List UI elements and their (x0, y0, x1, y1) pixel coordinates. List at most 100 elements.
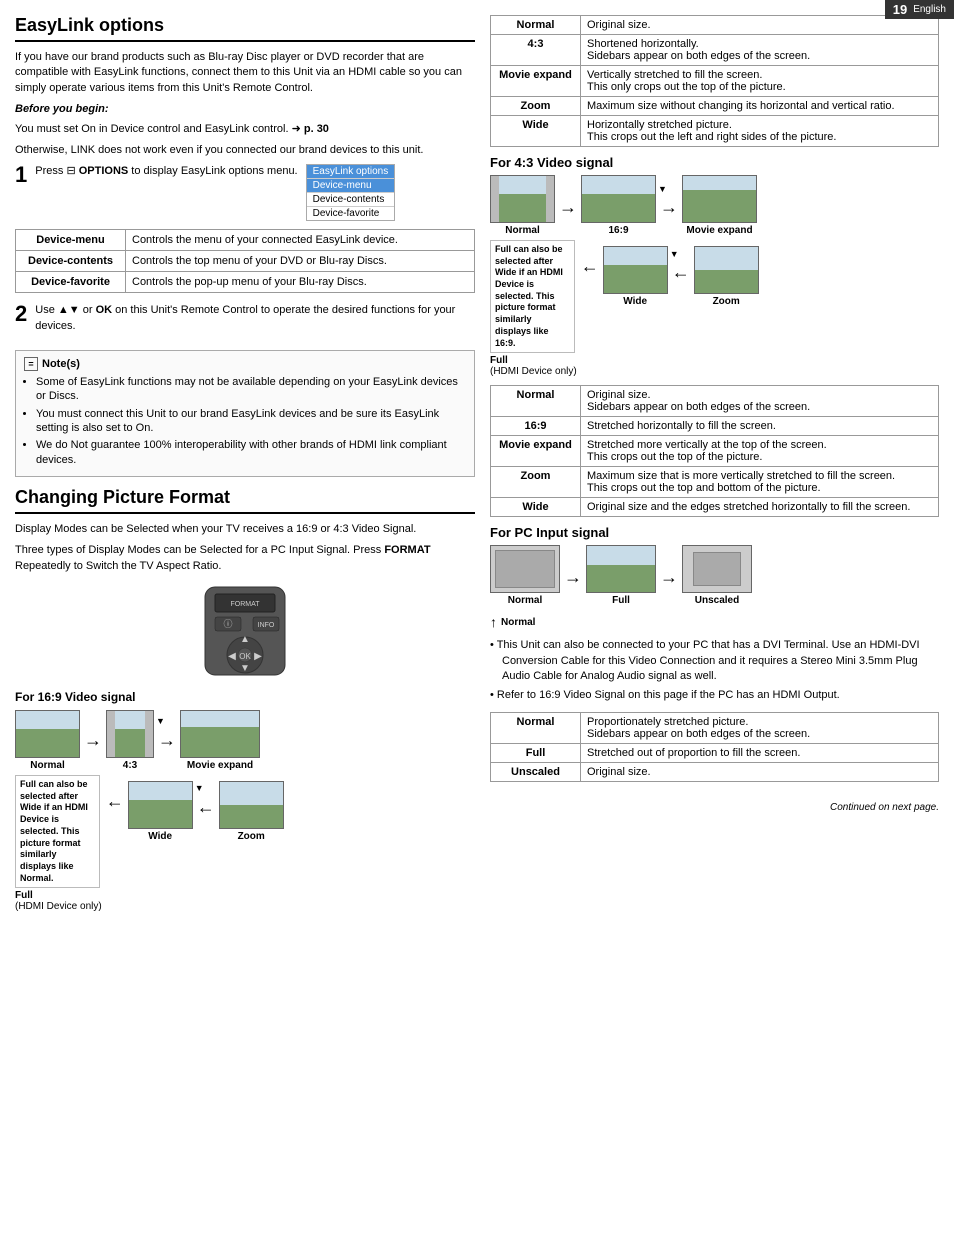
signal-4-3-title: For 4:3 Video signal (490, 155, 939, 170)
full-pc-label: Full (612, 595, 630, 606)
popup-item-2[interactable]: Device-favorite (307, 206, 395, 220)
svg-text:OK: OK (239, 652, 251, 661)
normal-pc-label: Normal (508, 595, 542, 606)
pc-normal-label: Normal (501, 617, 535, 628)
wide-label: Wide (148, 831, 172, 842)
full-label-4-3: Full (490, 355, 577, 366)
picture-format-intro1: Display Modes can be Selected when your … (15, 522, 475, 537)
step2-number: 2 (15, 303, 27, 325)
table-cell-desc: Controls the top menu of your DVD or Blu… (126, 251, 475, 272)
before-begin-label: Before you begin: (15, 102, 475, 117)
label-movie-expand-4-3: Movie expand (491, 436, 581, 467)
step1-text2: to display EasyLink options menu. (131, 165, 297, 177)
continued-text: Continued on next page. (490, 802, 939, 813)
label-zoom-4-3: Zoom (491, 467, 581, 498)
table-row: Normal Proportionately stretched picture… (491, 712, 939, 743)
diag-16-9: 16:9 (581, 175, 656, 236)
popup-item-0[interactable]: Device-menu (307, 178, 395, 192)
svg-text:◀: ◀ (228, 651, 236, 662)
svg-text:▼: ▼ (240, 663, 250, 674)
diagram-pc-row: Normal → Full → Unscaled (490, 545, 939, 606)
note-label: Note(s) (42, 358, 80, 370)
normal-4-3-label: Normal (505, 225, 539, 236)
caption-box-4-3: Full can also be selected after Wide if … (490, 240, 575, 353)
table-row: Zoom Maximum size that is more verticall… (491, 467, 939, 498)
desc-wide: Horizontally stretched picture.This crop… (581, 116, 939, 147)
easylink-section: EasyLink options If you have our brand p… (15, 15, 475, 477)
desc-16-9: Stretched horizontally to fill the scree… (581, 417, 939, 436)
svg-text:ⓘ: ⓘ (223, 619, 232, 629)
table-row: 16:9 Stretched horizontally to fill the … (491, 417, 939, 436)
table-cell-desc: Controls the pop-up menu of your Blu-ray… (126, 272, 475, 293)
desc-unscaled-pc: Original size. (581, 762, 939, 781)
hdmi-only-label-4-3: (HDMI Device only) (490, 366, 577, 377)
label-wide: Wide (491, 116, 581, 147)
note-header: = Note(s) (24, 357, 466, 371)
page-badge: 19 English (885, 0, 954, 19)
table-cell-desc: Controls the menu of your connected Easy… (126, 230, 475, 251)
table-row: Wide Horizontally stretched picture.This… (491, 116, 939, 147)
16-9-label: 16:9 (608, 225, 628, 236)
table-cell-label: Device-contents (16, 251, 126, 272)
picture-format-intro2: Three types of Display Modes can be Sele… (15, 543, 475, 574)
arrow-right-2: ▼→ (158, 730, 176, 751)
desc-normal-pc: Proportionately stretched picture.Sideba… (581, 712, 939, 743)
table-row: Device-menu Controls the menu of your co… (16, 230, 475, 251)
arrow-pc-1: → (564, 567, 582, 588)
indicator-down: ▼ (156, 716, 165, 726)
diag-wide-4-3: Wide (603, 246, 668, 307)
format-table-4-3: Normal Original size.Sidebars appear on … (490, 385, 939, 517)
16-9-box (581, 175, 656, 223)
wide-4-3-box (603, 246, 668, 294)
table-row: Device-favorite Controls the pop-up menu… (16, 272, 475, 293)
normal-pc-box (490, 545, 560, 593)
desc-normal-4-3: Original size.Sidebars appear on both ed… (581, 386, 939, 417)
table-row: Unscaled Original size. (491, 762, 939, 781)
label-4-3: 4:3 (491, 35, 581, 66)
caption-text-4-3: Full can also be selected after Wide if … (495, 244, 563, 348)
4-3-label: 4:3 (123, 760, 137, 771)
bullet2: • Refer to 16:9 Video Signal on this pag… (490, 688, 939, 703)
pc-arrow-row: ↑ Normal (490, 614, 939, 630)
label-normal-4-3: Normal (491, 386, 581, 417)
notes-list: Some of EasyLink functions may not be av… (24, 375, 466, 467)
desc-4-3: Shortened horizontally.Sidebars appear o… (581, 35, 939, 66)
arrow-l1-4-3: ← (581, 256, 599, 277)
step1-text: Press (35, 165, 63, 177)
picture-format-title: Changing Picture Format (15, 487, 475, 514)
right-column: Normal Original size. 4:3 Shortened hori… (490, 15, 939, 1220)
table-row: Normal Original size. (491, 16, 939, 35)
normal-box (15, 710, 80, 758)
step2-row: 2 Use ▲▼ or OK on this Unit's Remote Con… (15, 303, 475, 340)
page-number: 19 (893, 2, 907, 17)
arrow-symbol: ➜ (292, 123, 304, 135)
desc-movie-expand: Vertically stretched to fill the screen.… (581, 66, 939, 97)
table-row: Device-contents Controls the top menu of… (16, 251, 475, 272)
desc-movie-expand-4-3: Stretched more vertically at the top of … (581, 436, 939, 467)
zoom-label: Zoom (238, 831, 265, 842)
note-item: We do Not guarantee 100% interoperabilit… (36, 438, 466, 467)
label-movie-expand: Movie expand (491, 66, 581, 97)
easylink-popup: EasyLink options Device-menu Device-cont… (306, 164, 396, 221)
indicator-down-l: ▼ (670, 249, 679, 259)
step1-content: Press ⊟ OPTIONS to display EasyLink opti… (35, 164, 395, 221)
arrow-r1: → (559, 197, 577, 218)
desc-wide-4-3: Original size and the edges stretched ho… (581, 498, 939, 517)
before-begin-text1: You must set On in Device control and Ea… (15, 122, 475, 137)
popup-item-1[interactable]: Device-contents (307, 192, 395, 206)
desc-full-pc: Stretched out of proportion to fill the … (581, 743, 939, 762)
table-cell-label: Device-favorite (16, 272, 126, 293)
diag-movie-expand: Movie expand (180, 710, 260, 771)
bullet1: • This Unit can also be connected to you… (490, 638, 939, 684)
diagram-4-3-row2: Full can also be selected after Wide if … (490, 240, 939, 377)
before-begin-text2: Otherwise, LINK does not work even if yo… (15, 143, 475, 158)
note-box: = Note(s) Some of EasyLink functions may… (15, 350, 475, 477)
zoom-4-3-label: Zoom (713, 296, 740, 307)
label-normal: Normal (491, 16, 581, 35)
options-icon: ⊟ (66, 165, 78, 177)
diag-unscaled-pc: Unscaled (682, 545, 752, 606)
diag-full-pc: Full (586, 545, 656, 606)
svg-text:▶: ▶ (254, 651, 262, 662)
remote-control-area: FORMAT INFO ⓘ ▲ ▼ ◀ ▶ OK (15, 582, 475, 682)
indicator-down-r: ▼ (658, 184, 667, 194)
